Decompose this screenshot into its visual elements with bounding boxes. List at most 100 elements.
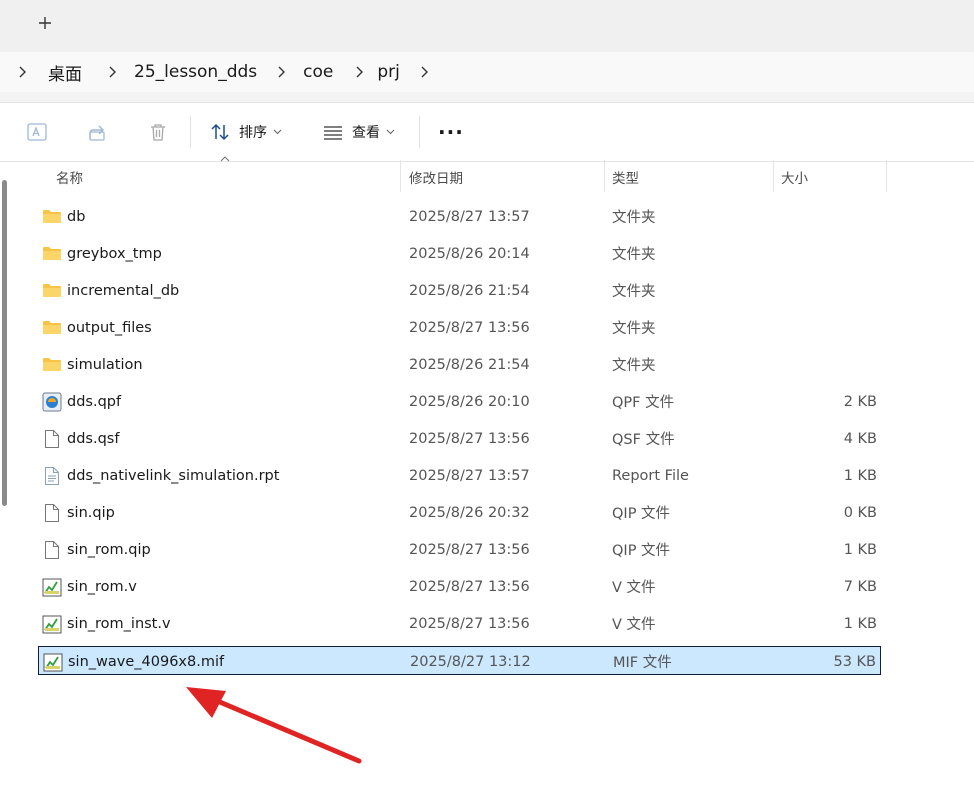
rename-icon [27,123,47,141]
file-row[interactable]: simulation 2025/8/26 21:54 文件夹 [38,350,881,379]
chevron-right-icon[interactable] [412,66,436,78]
column-divider[interactable] [400,160,401,192]
file-name-cell[interactable]: db [42,202,85,231]
share-button[interactable] [87,115,109,149]
file-name-cell[interactable]: greybox_tmp [42,239,162,268]
file-type: V 文件 [612,617,656,633]
file-type: 文件夹 [612,210,656,226]
file-name: sin.qip [67,504,115,521]
file-row[interactable]: sin_rom.v 2025/8/27 13:56 V 文件 7 KB [38,572,881,601]
file-date: 2025/8/26 20:32 [409,504,530,521]
chevron-right-icon[interactable] [269,66,293,78]
file-type: QIP 文件 [612,506,671,522]
file-name-cell[interactable]: sin.qip [42,498,115,527]
file-date: 2025/8/26 20:10 [409,393,530,410]
file-name: dds_nativelink_simulation.rpt [67,467,280,484]
file-icon [42,540,62,560]
file-size: 53 KB [833,653,876,670]
toolbar-separator [190,116,191,148]
verilog-file-icon [42,614,62,634]
file-icon [42,429,62,449]
more-icon: ··· [438,120,464,144]
file-size: 1 KB [843,467,877,484]
file-name: sin_wave_4096x8.mif [68,653,225,670]
file-row[interactable]: sin_rom_inst.v 2025/8/27 13:56 V 文件 1 KB [38,609,881,638]
file-row[interactable]: sin.qip 2025/8/26 20:32 QIP 文件 0 KB [38,498,881,527]
file-name-cell[interactable]: incremental_db [42,276,179,305]
rename-button[interactable] [26,115,48,149]
breadcrumb-item-prj[interactable]: prj [371,62,408,82]
file-name: db [67,208,86,225]
file-name: dds.qpf [67,393,122,410]
file-row[interactable]: sin_rom.qip 2025/8/27 13:56 QIP 文件 1 KB [38,535,881,564]
file-name-cell[interactable]: dds.qsf [42,424,119,453]
column-header-date[interactable]: 修改日期 [409,162,463,192]
file-row[interactable]: greybox_tmp 2025/8/26 20:14 文件夹 [38,239,881,268]
view-list-icon [324,126,342,140]
file-type: QSF 文件 [612,432,675,448]
folder-icon [42,244,62,264]
delete-button[interactable] [147,115,169,149]
file-row[interactable]: dds.qpf 2025/8/26 20:10 QPF 文件 2 KB [38,387,881,416]
new-tab-button[interactable] [28,8,62,38]
file-name: greybox_tmp [67,245,162,262]
column-header-name[interactable]: 名称 [56,162,83,192]
breadcrumb-item-coe[interactable]: coe [293,62,341,82]
file-name-cell[interactable]: simulation [42,350,143,379]
file-date: 2025/8/27 13:56 [409,430,530,447]
column-header-size[interactable]: 大小 [781,162,808,192]
file-name-cell[interactable]: sin_rom.v [42,572,137,601]
file-name-cell[interactable]: sin_rom.qip [42,535,151,564]
file-row[interactable]: db 2025/8/27 13:57 文件夹 [38,202,881,231]
column-divider[interactable] [773,160,774,192]
chevron-right-icon[interactable] [347,66,371,78]
file-name: sin_rom_inst.v [67,615,171,632]
file-name-cell[interactable]: dds.qpf [42,387,121,416]
sort-label: 排序 [239,125,267,141]
sort-ascending-icon [220,156,230,162]
file-name-cell[interactable]: output_files [42,313,152,342]
file-date: 2025/8/26 21:54 [409,282,530,299]
sort-icon [211,123,229,141]
breadcrumb-item-desktop[interactable]: 桌面 [34,60,90,85]
column-divider[interactable] [886,160,887,192]
column-divider[interactable] [604,160,605,192]
file-date: 2025/8/27 13:57 [409,208,530,225]
vertical-scrollbar[interactable] [2,180,7,506]
file-name-cell[interactable]: sin_rom_inst.v [42,609,171,638]
file-date: 2025/8/27 13:57 [409,467,530,484]
column-header-type[interactable]: 类型 [612,162,639,192]
view-button[interactable]: 查看 [322,115,395,149]
mif-file-icon [43,652,63,672]
file-date: 2025/8/27 13:56 [409,578,530,595]
file-name-cell[interactable]: dds_nativelink_simulation.rpt [42,461,279,490]
file-size: 2 KB [843,393,877,410]
tab-strip [0,0,974,52]
file-row[interactable]: dds_nativelink_simulation.rpt 2025/8/27 1… [38,461,881,490]
chevron-down-icon [273,129,282,135]
folder-icon [42,281,62,301]
chevron-right-icon[interactable] [100,66,124,78]
file-name-cell[interactable]: sin_wave_4096x8.mif [43,647,224,676]
file-row[interactable]: output_files 2025/8/27 13:56 文件夹 [38,313,881,342]
text-file-icon [42,466,62,486]
file-row[interactable]: dds.qsf 2025/8/27 13:56 QSF 文件 4 KB [38,424,881,453]
file-size: 1 KB [843,541,877,558]
breadcrumb-item-lesson[interactable]: 25_lesson_dds [124,62,265,82]
file-icon [42,503,62,523]
file-row[interactable]: sin_wave_4096x8.mif 2025/8/27 13:12 MIF 文件… [38,646,881,675]
file-type: MIF 文件 [613,655,672,671]
file-type: 文件夹 [612,321,656,337]
sort-button[interactable]: 排序 [209,115,282,149]
more-options-button[interactable]: ··· [438,115,464,149]
trash-icon [151,124,165,141]
file-date: 2025/8/26 21:54 [409,356,530,373]
file-type: 文件夹 [612,284,656,300]
breadcrumb: 桌面 25_lesson_dds coe prj [0,52,974,92]
file-date: 2025/8/27 13:56 [409,615,530,632]
file-row[interactable]: incremental_db 2025/8/26 21:54 文件夹 [38,276,881,305]
breadcrumb-expand-icon[interactable] [10,66,34,78]
file-type: 文件夹 [612,358,656,374]
file-size: 4 KB [843,430,877,447]
file-date: 2025/8/27 13:56 [409,319,530,336]
